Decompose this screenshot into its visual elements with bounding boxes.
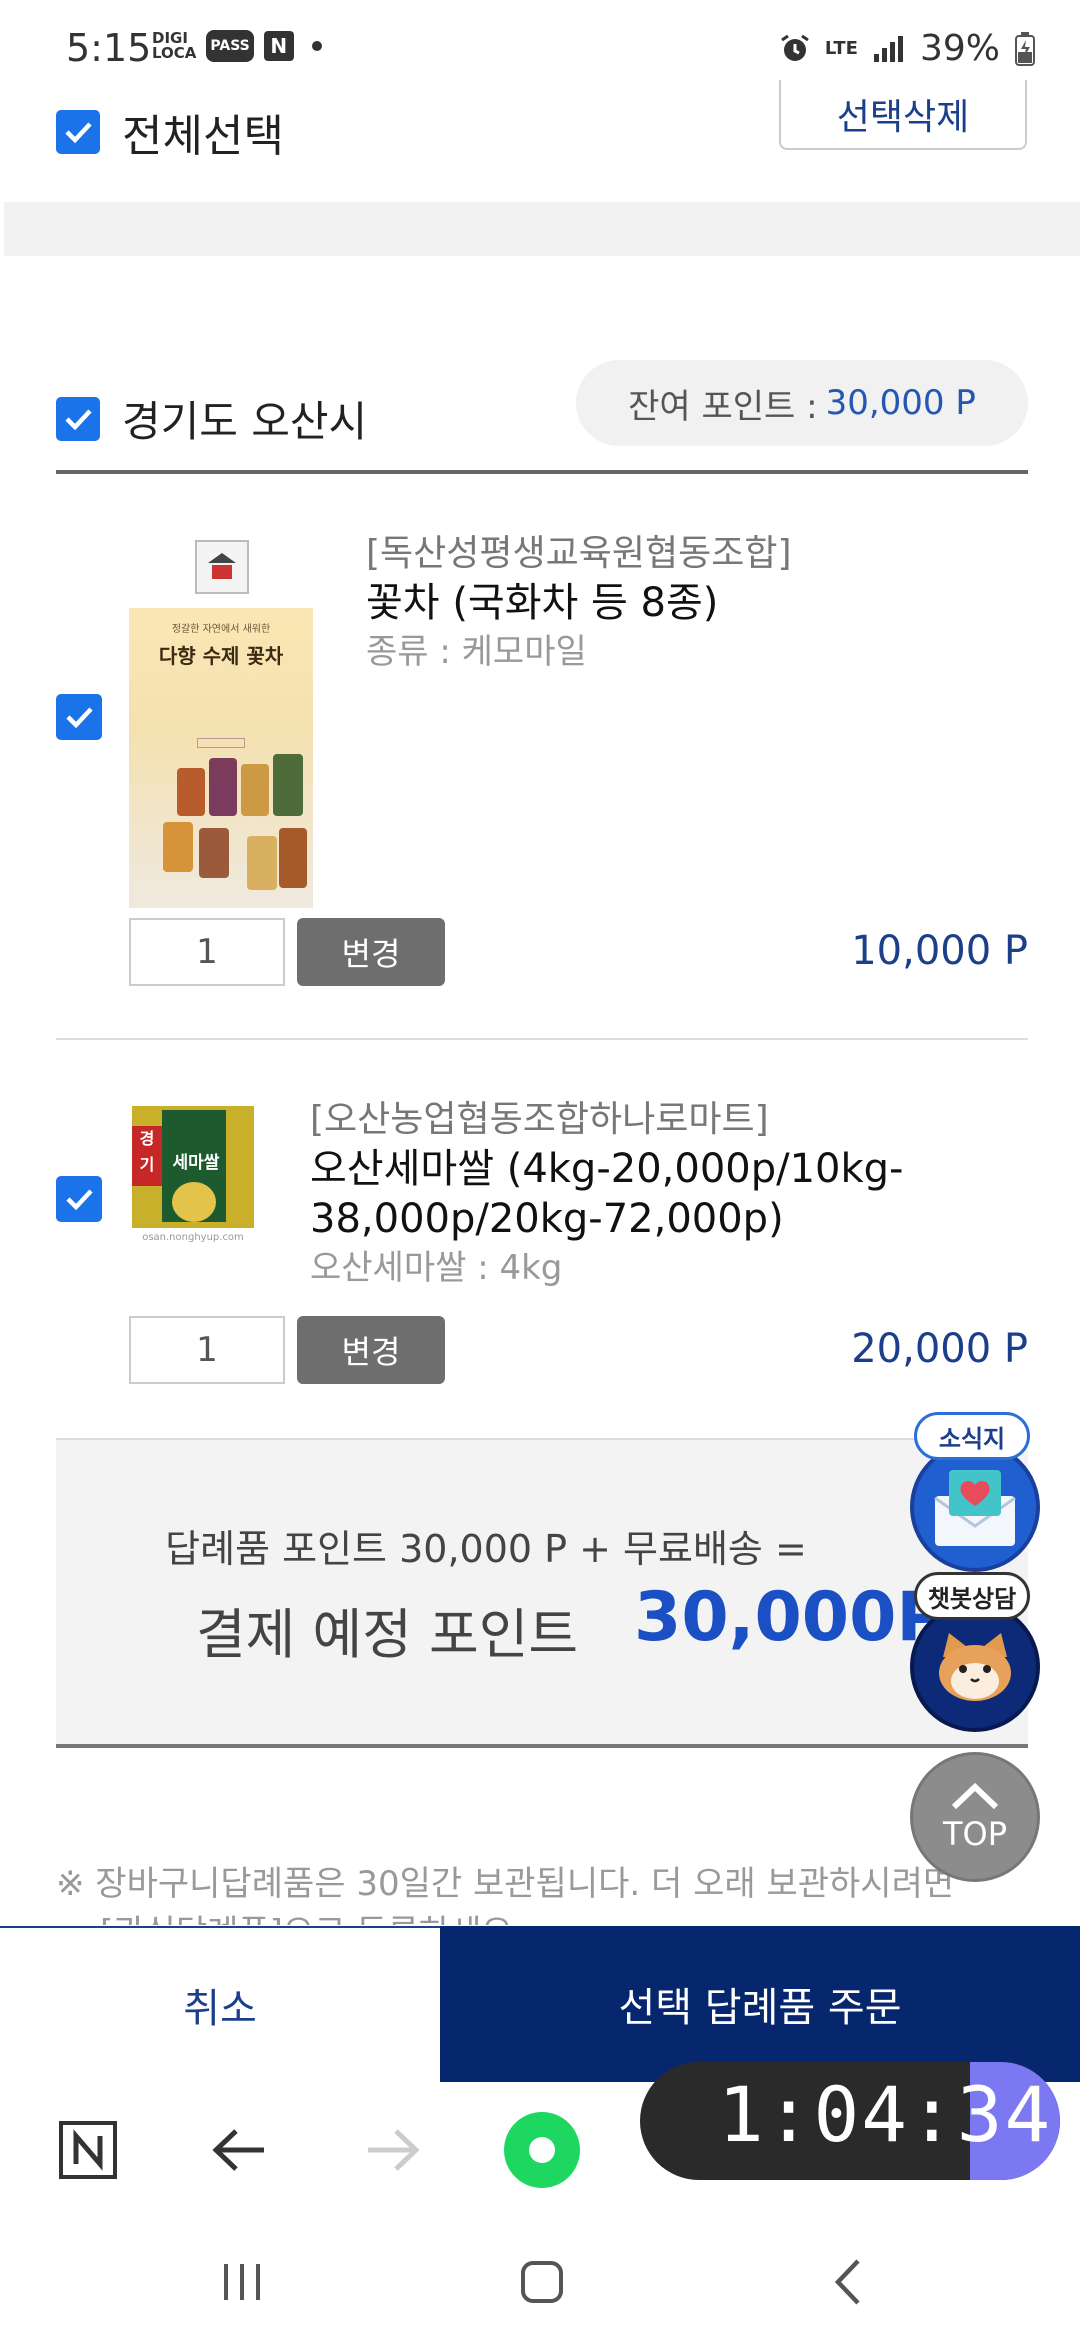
- scroll-top-button[interactable]: TOP: [910, 1752, 1040, 1882]
- remaining-points-label: 잔여 포인트 :: [628, 386, 818, 427]
- item-checkbox[interactable]: [56, 694, 102, 740]
- lte-icon: LTE: [824, 37, 858, 59]
- summary-total-label: 결제 예정 포인트: [196, 1603, 579, 1666]
- quantity-input[interactable]: 1: [129, 1316, 285, 1384]
- checkmark-icon: [65, 122, 92, 144]
- back-arrow-icon[interactable]: [200, 2110, 280, 2190]
- checkmark-icon: [65, 408, 92, 430]
- naver-home-icon[interactable]: [48, 2110, 128, 2190]
- naver-icon: N: [263, 31, 294, 61]
- forward-arrow-icon[interactable]: [352, 2110, 432, 2190]
- remaining-points-value: 30,000 P: [825, 383, 976, 423]
- battery-percent: 39%: [919, 28, 1000, 69]
- region-checkbox[interactable]: [56, 396, 100, 441]
- signal-icon: [873, 35, 903, 62]
- recent-apps-icon[interactable]: [212, 2252, 272, 2312]
- chevron-up-icon: [951, 1782, 999, 1810]
- status-icons-left: DIGI LOCA PASS N: [152, 30, 322, 62]
- item-seller: [독산성평생교육원협동조합]: [366, 533, 792, 574]
- summary-breakdown: 답례품 포인트 30,000 P + 무료배송 =: [165, 1527, 807, 1571]
- newsletter-label: 소식지: [914, 1412, 1030, 1460]
- region-underline: [56, 470, 1028, 474]
- status-time: 5:15: [66, 26, 152, 70]
- newsletter-float-button[interactable]: 소식지: [910, 1412, 1040, 1578]
- item-info[interactable]: [독산성평생교육원협동조합] 꽃차 (국화차 등 8종) 종류 : 케모마일: [366, 530, 1046, 676]
- product-thumbnail-rice[interactable]: 경기 세마쌀 osan.nonghyup.com: [132, 1106, 254, 1268]
- chatbot-float-button[interactable]: 챗봇상담: [910, 1572, 1040, 1740]
- chatbot-label: 챗봇상담: [914, 1572, 1030, 1620]
- select-all-checkbox[interactable]: [56, 110, 100, 154]
- alarm-icon: [781, 34, 809, 61]
- thumbnail-title: 세마쌀: [172, 1153, 220, 1173]
- product-thumbnail-flower-tea[interactable]: 정갈한 자연에서 새워한 다향 수제 꽃차: [129, 538, 313, 908]
- checkmark-icon: [66, 707, 93, 729]
- item-info[interactable]: [오산농업협동조합하나로마트] 오산세마쌀 (4kg-20,000p/10kg-…: [310, 1096, 1010, 1292]
- change-quantity-button[interactable]: 변경: [297, 1316, 445, 1384]
- delete-selected-button[interactable]: 선택삭제: [779, 80, 1027, 150]
- cat-mascot-icon: [910, 1602, 1040, 1732]
- notification-dot-icon: [311, 41, 322, 51]
- battery-charging-icon: [1015, 31, 1035, 66]
- order-selected-button[interactable]: 선택 답례품 주문: [440, 1926, 1080, 2082]
- green-dot-icon[interactable]: [502, 2110, 582, 2190]
- change-quantity-button[interactable]: 변경: [297, 918, 445, 986]
- cart-notice: ※ 장바구니답례품은 30일간 보관됩니다. 더 오래 보관하시려면: [56, 1864, 955, 1904]
- digiloca-icon: DIGI LOCA: [152, 29, 197, 62]
- session-timer: 1:04:34: [640, 2062, 1060, 2180]
- item-option: 오산세마쌀 : 4kg: [310, 1248, 563, 1288]
- order-summary: 답례품 포인트 30,000 P + 무료배송 = 결제 예정 포인트 30,0…: [56, 1438, 1028, 1748]
- item-price: 10,000 P: [851, 928, 1028, 974]
- cancel-button[interactable]: 취소: [0, 1926, 440, 2082]
- pass-icon: PASS: [206, 30, 254, 62]
- item-divider: [56, 1038, 1028, 1040]
- thumbnail-caption: osan.nonghyup.com: [142, 1232, 244, 1243]
- system-back-icon[interactable]: [818, 2252, 878, 2312]
- item-option: 종류 : 케모마일: [366, 632, 587, 672]
- thumbnail-subtitle: 정갈한 자연에서 새워한: [171, 624, 271, 635]
- item-price: 20,000 P: [851, 1326, 1028, 1372]
- status-icons-right: LTE 39%: [779, 28, 1036, 69]
- item-checkbox[interactable]: [56, 1176, 102, 1222]
- system-nav-bar: [0, 2212, 1080, 2340]
- summary-total-points: 30,000P: [634, 1578, 947, 1657]
- region-name: 경기도 오산시: [122, 397, 368, 446]
- brand-logo-icon: [195, 540, 249, 594]
- scroll-top-label: TOP: [942, 1815, 1008, 1853]
- quantity-input[interactable]: 1: [129, 918, 285, 986]
- select-all-label: 전체선택: [122, 111, 284, 162]
- timer-text: 1:04:34: [718, 2070, 1053, 2159]
- cart-notice-line2: [관심답례품]으로 등록하세요.: [100, 1905, 524, 1925]
- item-name[interactable]: 오산세마쌀 (4kg-20,000p/10kg-38,000p/20kg-72,…: [310, 1144, 1010, 1244]
- thumbnail-title: 다향 수제 꽃차: [158, 644, 284, 668]
- mail-heart-icon: [910, 1442, 1040, 1572]
- section-divider: [4, 202, 1080, 256]
- remaining-points-badge: 잔여 포인트 : 30,000 P: [576, 360, 1028, 446]
- select-all-row[interactable]: 전체선택: [56, 100, 284, 164]
- checkmark-icon: [66, 1189, 93, 1211]
- item-name[interactable]: 꽃차 (국화차 등 8종): [366, 578, 1046, 628]
- item-seller: [오산농업협동조합하나로마트]: [310, 1099, 769, 1140]
- home-icon[interactable]: [512, 2252, 572, 2312]
- bottom-action-bar: 취소 선택 답례품 주문: [0, 1926, 1080, 2082]
- region-header[interactable]: 경기도 오산시: [56, 388, 367, 449]
